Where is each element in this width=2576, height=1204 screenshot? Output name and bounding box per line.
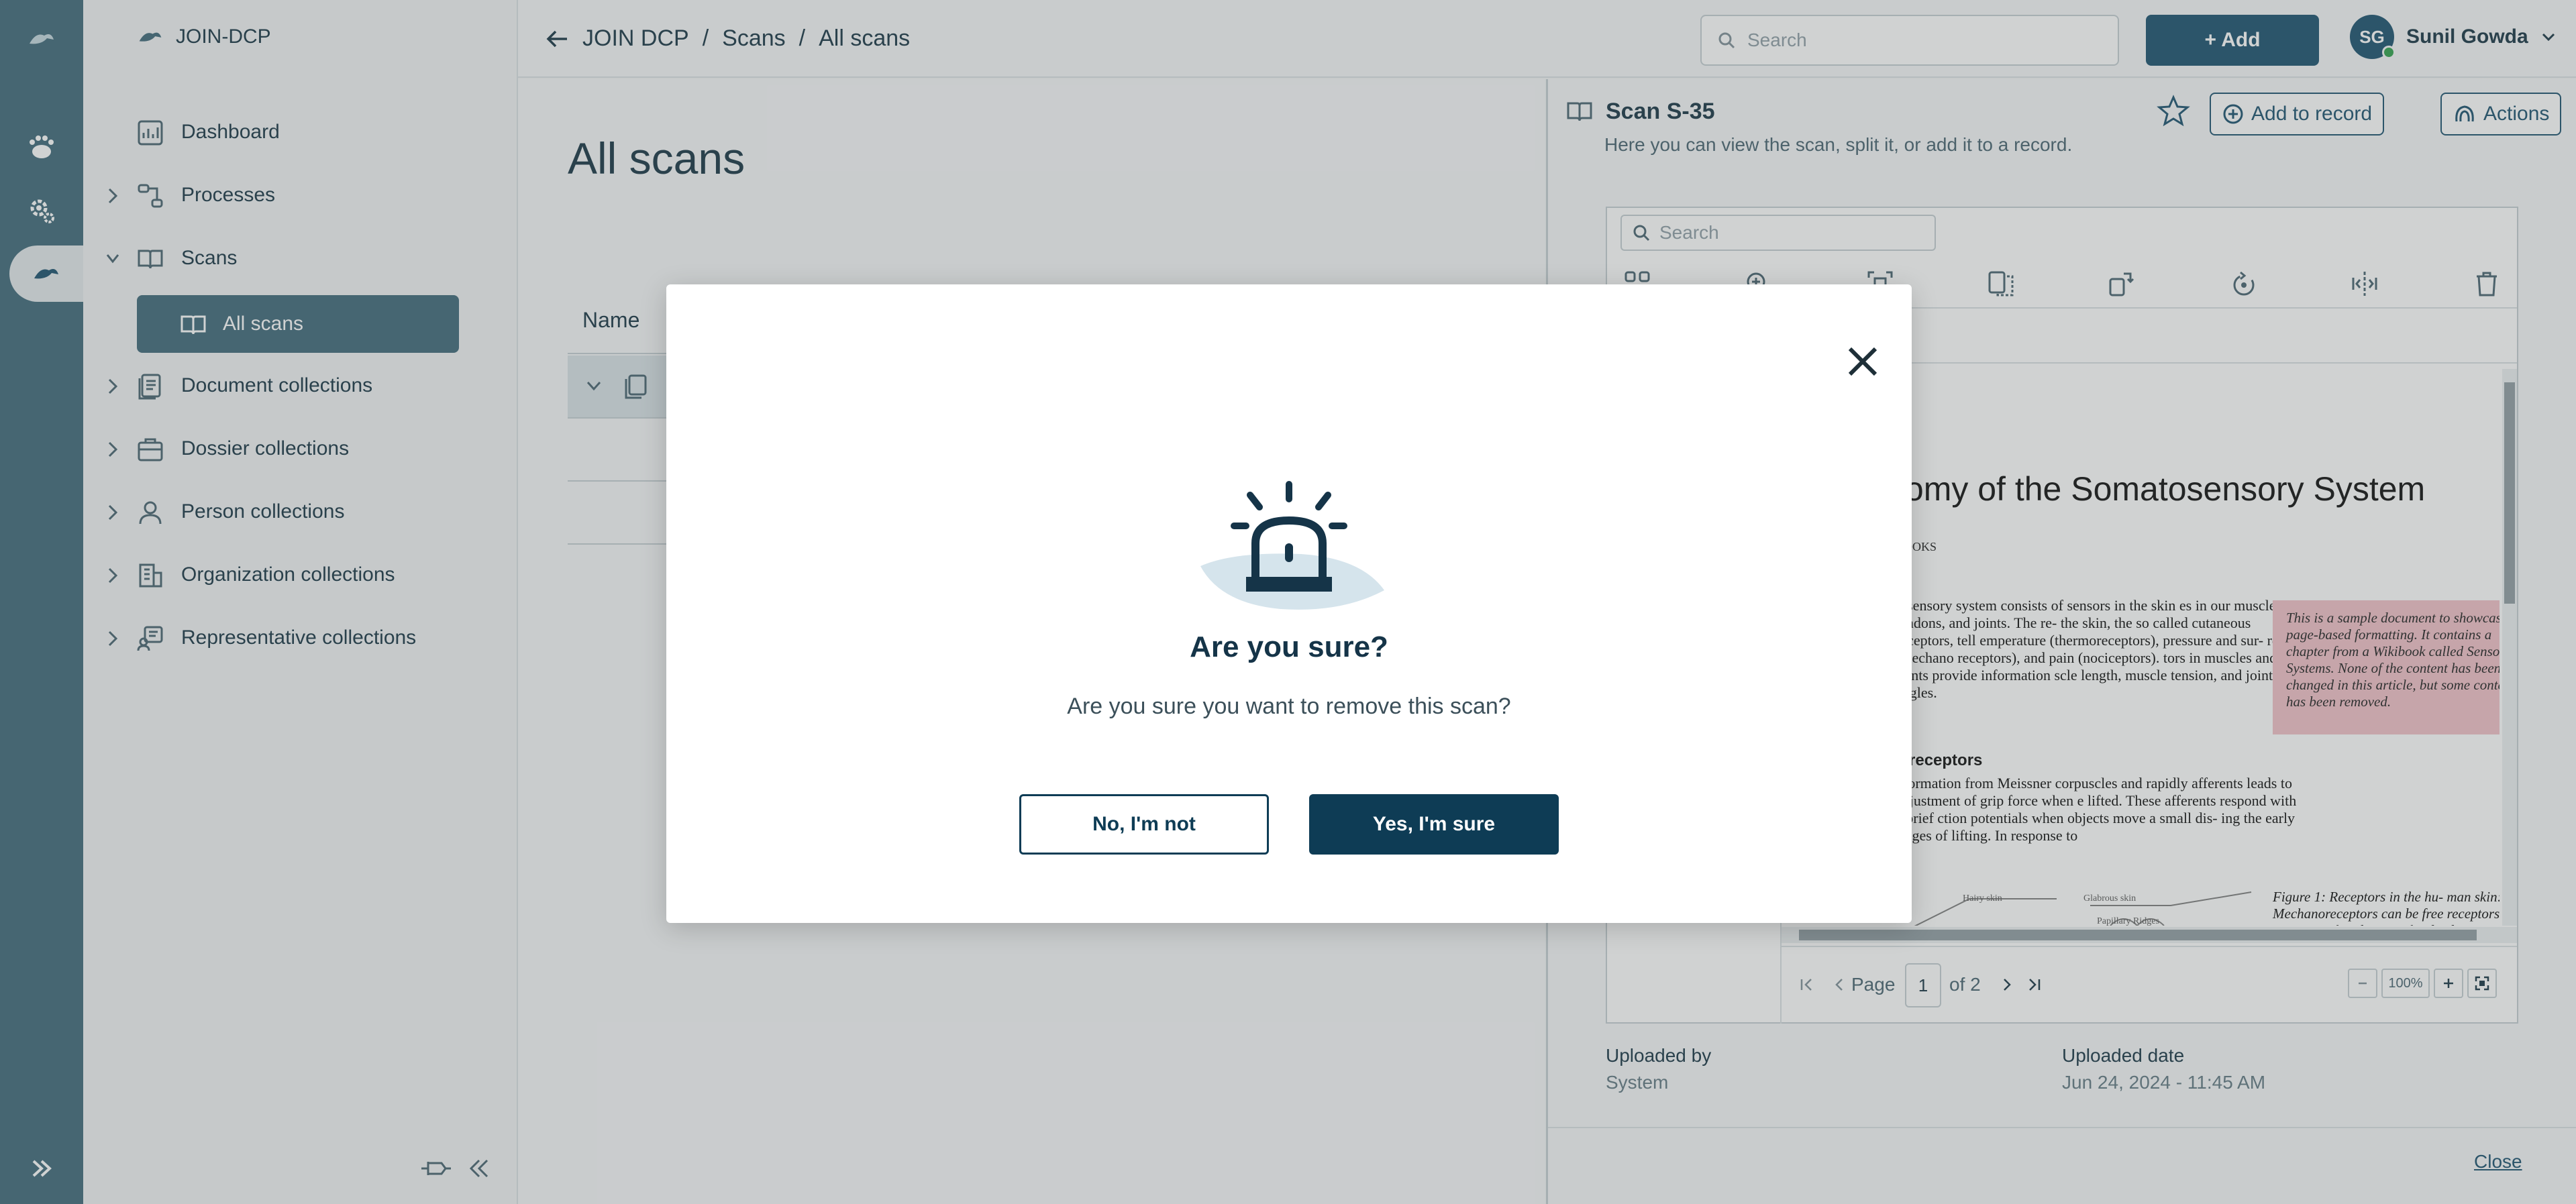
alarm-icon <box>1200 481 1384 610</box>
cancel-button[interactable]: No, I'm not <box>1019 794 1269 855</box>
dialog-message: Are you sure you want to remove this sca… <box>1067 694 1511 719</box>
dialog-title: Are you sure? <box>1190 631 1388 663</box>
confirm-remove-dialog: Are you sure? Are you sure you want to r… <box>666 284 1912 923</box>
confirm-button[interactable]: Yes, I'm sure <box>1309 794 1559 855</box>
close-icon[interactable] <box>1845 343 1881 380</box>
